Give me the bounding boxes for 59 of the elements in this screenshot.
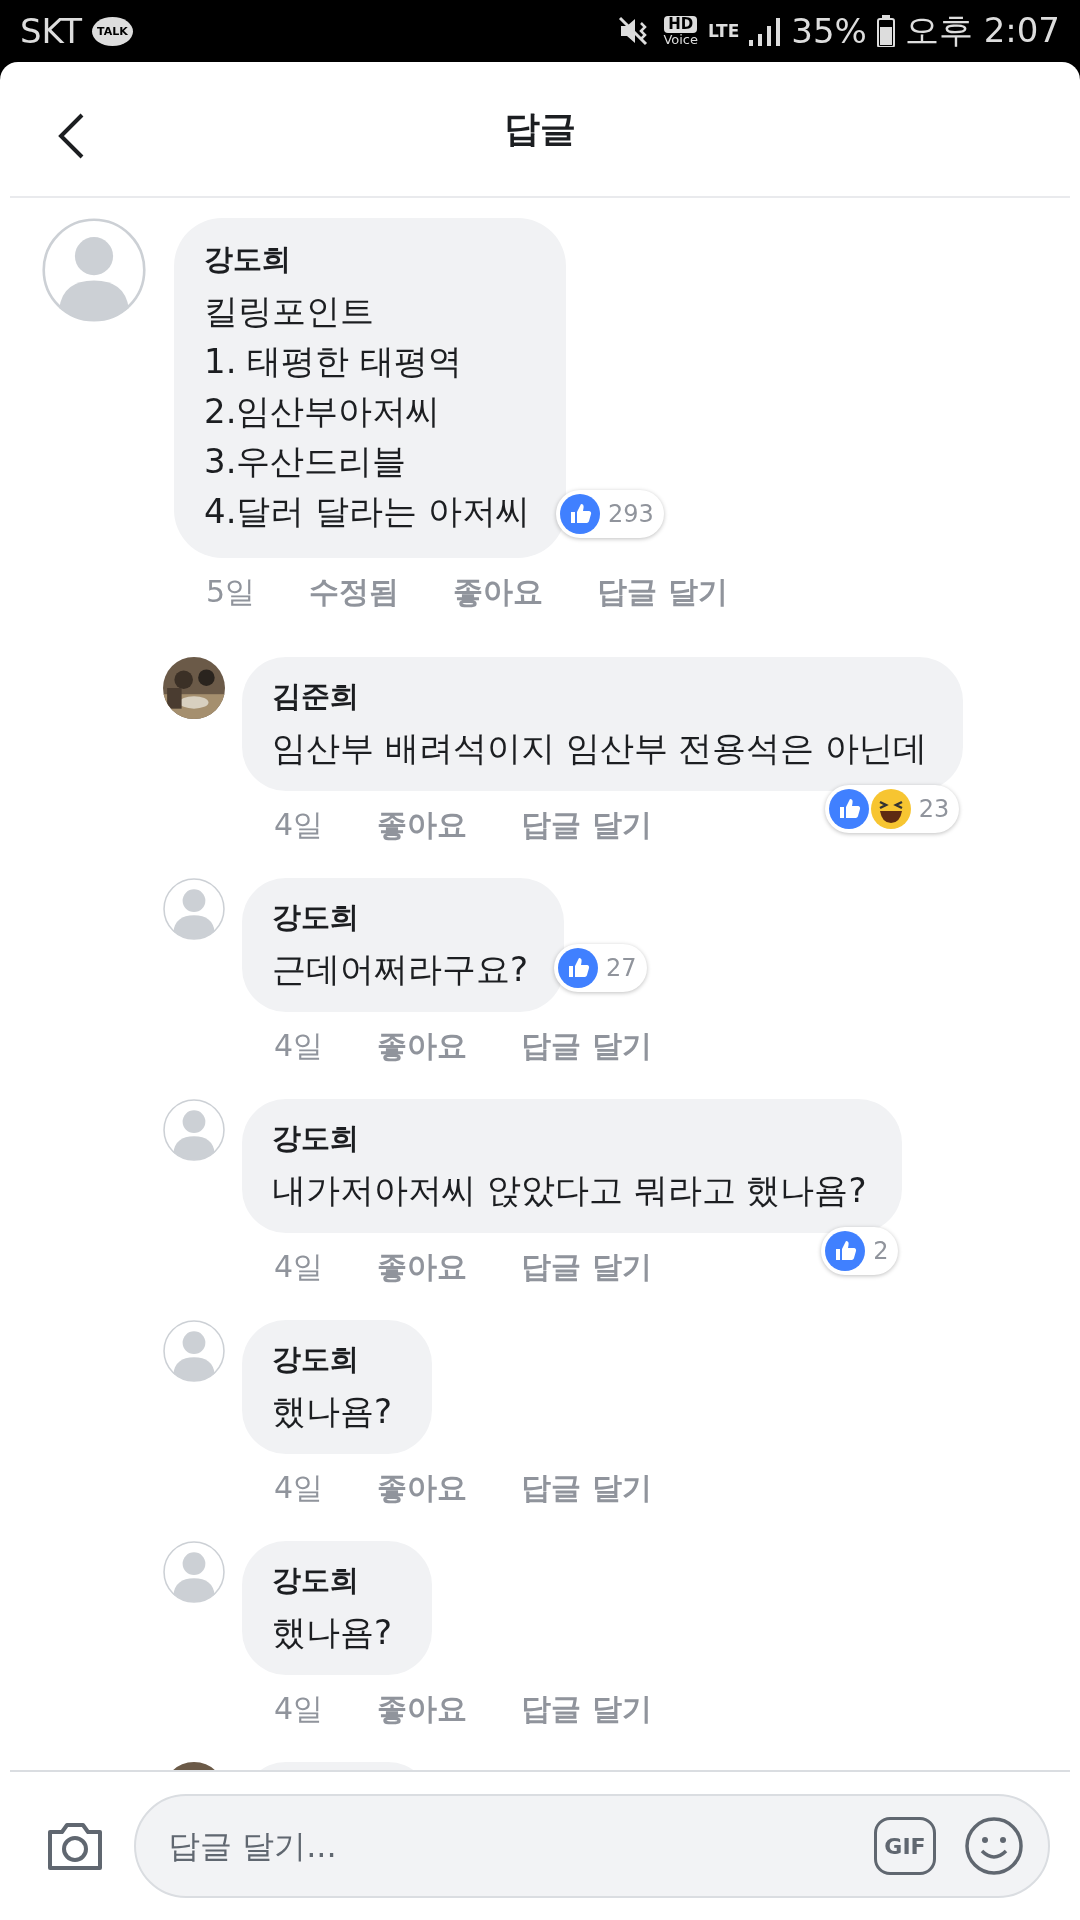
avatar-icon[interactable] [163,1541,225,1603]
laughing-reaction-icon [870,789,911,829]
author-name[interactable]: 강도희 [272,898,529,938]
emoji-icon[interactable] [964,1816,1024,1876]
author-name[interactable]: 강도희 [204,240,531,280]
like-link[interactable]: 좋아요 [377,1026,468,1067]
like-link[interactable]: 좋아요 [377,805,468,846]
reaction-badge[interactable]: 27 [554,944,647,992]
reply-link[interactable]: 답글 달기 [521,1689,652,1730]
reply-link[interactable]: 답글 달기 [521,1026,652,1067]
comment-time: 4일 [274,1690,324,1728]
clock: 오후 2:07 [904,9,1060,52]
battery-percent: 35% [791,11,867,51]
like-reaction-icon [828,789,869,829]
like-reaction-icon [560,494,601,534]
comment-text: 내가저아저씨 앉았다고 뭐라고 했나욤? [272,1169,867,1212]
avatar-icon[interactable] [42,218,146,322]
like-link[interactable]: 좋아요 [377,1468,468,1509]
author-name[interactable]: 김준희 [272,677,928,717]
comment-text: 임산부 배려석이지 임산부 전용석은 아닌데 [272,727,928,770]
like-reaction-icon [558,948,599,988]
author-name[interactable]: 강도희 [272,1340,396,1380]
network-label: LTE [708,21,740,41]
author-name[interactable]: 강도희 [272,1561,396,1601]
comment-time: 4일 [274,1248,324,1286]
reaction-badge[interactable]: 2 [821,1227,899,1275]
comment-text: 했나욤? [272,1390,394,1433]
reaction-badge[interactable]: 23 [824,785,960,833]
hd-label: HD [664,16,698,33]
reply-input-field[interactable]: 답글 달기... GIF [134,1794,1050,1898]
comment-time: 4일 [274,806,324,844]
back-icon[interactable] [56,112,86,160]
comment-text: 킬링포인트 1. 태평한 태평역 2.임산부아저씨 3.우산드리블 4.달러 달라는 아저씨 [204,290,531,533]
edited-label[interactable]: 수정됨 [309,572,400,613]
comment-text: 했나욤? [272,1611,394,1654]
avatar-icon[interactable] [163,878,225,940]
avatar-icon[interactable] [163,1099,225,1161]
carrier-name: SKT [20,11,82,51]
page-title: 답글 [504,106,576,151]
gif-button[interactable]: GIF [874,1817,936,1875]
voice-label: Voice [663,33,698,46]
reply-link[interactable]: 답글 달기 [521,1247,652,1288]
like-reaction-icon [825,1231,866,1271]
author-name[interactable]: 강도희 [272,1119,867,1159]
talk-icon: TALK [92,16,133,46]
comment-text: 근데어쩌라구요? [272,948,529,991]
comment-time: 4일 [274,1469,324,1507]
like-link[interactable]: 좋아요 [377,1689,468,1730]
reaction-badge[interactable]: 293 [556,490,664,538]
like-link[interactable]: 좋아요 [377,1247,468,1288]
reply-link[interactable]: 답글 달기 [521,1468,652,1509]
battery-icon [876,15,895,47]
comment-time: 4일 [274,1027,324,1065]
reply-link[interactable]: 답글 달기 [597,572,728,613]
comment-time: 5일 [206,573,256,611]
avatar-icon[interactable] [163,1320,225,1382]
like-link[interactable]: 좋아요 [453,572,544,613]
reply-link[interactable]: 답글 달기 [521,805,652,846]
signal-icon [749,16,782,46]
